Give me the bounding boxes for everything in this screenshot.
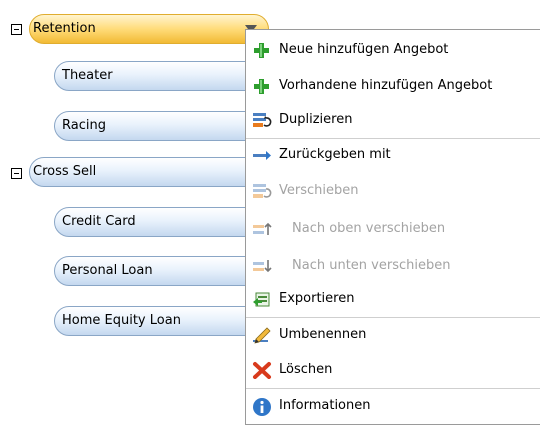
tree-node-label: Cross Sell [33, 164, 97, 179]
tree-node-racing[interactable]: Racing [54, 111, 269, 141]
plus-icon [252, 77, 272, 95]
menu-item-label: Duplizieren [279, 112, 353, 127]
delete-x-icon [252, 361, 272, 379]
menu-item-label: Verschieben [279, 183, 359, 198]
tree-node-personal-loan[interactable]: Personal Loan [54, 256, 269, 286]
menu-item-duplicate[interactable]: Duplizieren [246, 103, 540, 137]
menu-item-move-down[interactable]: Nach unten verschieben [246, 249, 540, 283]
move-icon [252, 182, 272, 200]
menu-item-label: Umbenennen [279, 327, 367, 342]
return-arrow-icon [252, 146, 272, 164]
menu-item-label: Löschen [279, 362, 333, 377]
duplicate-icon [252, 111, 272, 129]
tree-node-label: Retention [33, 21, 96, 36]
move-down-icon [252, 257, 272, 275]
menu-item-add-existing-offer[interactable]: Vorhandene hinzufügen Angebot [246, 69, 540, 103]
context-menu: Neue hinzufügen Angebot Vorhandene hinzu… [245, 29, 540, 425]
menu-item-label: Exportieren [279, 291, 355, 306]
collapse-toggle-retention[interactable] [11, 24, 22, 35]
plus-icon [252, 41, 272, 59]
move-up-icon [252, 220, 272, 238]
tree-node-cross-sell[interactable]: Cross Sell [29, 157, 269, 187]
menu-item-move-up[interactable]: Nach oben verschieben [246, 212, 540, 246]
export-icon [252, 290, 272, 308]
tree-node-label: Theater [62, 68, 113, 83]
menu-item-label: Zurückgeben mit [279, 147, 391, 162]
menu-item-delete[interactable]: Löschen [246, 353, 540, 387]
collapse-toggle-cross-sell[interactable] [11, 168, 22, 179]
menu-item-add-new-offer[interactable]: Neue hinzufügen Angebot [246, 33, 540, 67]
tree-node-home-equity-loan[interactable]: Home Equity Loan [54, 306, 269, 336]
tree-node-credit-card[interactable]: Credit Card [54, 207, 269, 237]
tree-node-retention[interactable]: Retention [29, 14, 269, 44]
menu-item-label: Vorhandene hinzufügen Angebot [279, 78, 493, 93]
menu-item-label: Nach oben verschieben [292, 221, 446, 236]
tree-node-label: Credit Card [62, 214, 136, 229]
info-icon [252, 397, 272, 416]
tree-node-label: Home Equity Loan [62, 313, 181, 328]
menu-item-rename[interactable]: Umbenennen [246, 318, 540, 352]
rename-pencil-icon [252, 326, 272, 344]
tree-node-label: Personal Loan [62, 263, 153, 278]
menu-item-return-with[interactable]: Zurückgeben mit [246, 138, 540, 172]
tree-node-theater[interactable]: Theater [54, 61, 269, 91]
menu-item-information[interactable]: Informationen [246, 389, 540, 423]
menu-item-move[interactable]: Verschieben [246, 174, 540, 208]
menu-item-label: Informationen [279, 398, 371, 413]
tree-node-label: Racing [62, 118, 106, 133]
menu-item-label: Neue hinzufügen Angebot [279, 42, 449, 57]
menu-item-label: Nach unten verschieben [292, 258, 451, 273]
menu-item-export[interactable]: Exportieren [246, 282, 540, 316]
